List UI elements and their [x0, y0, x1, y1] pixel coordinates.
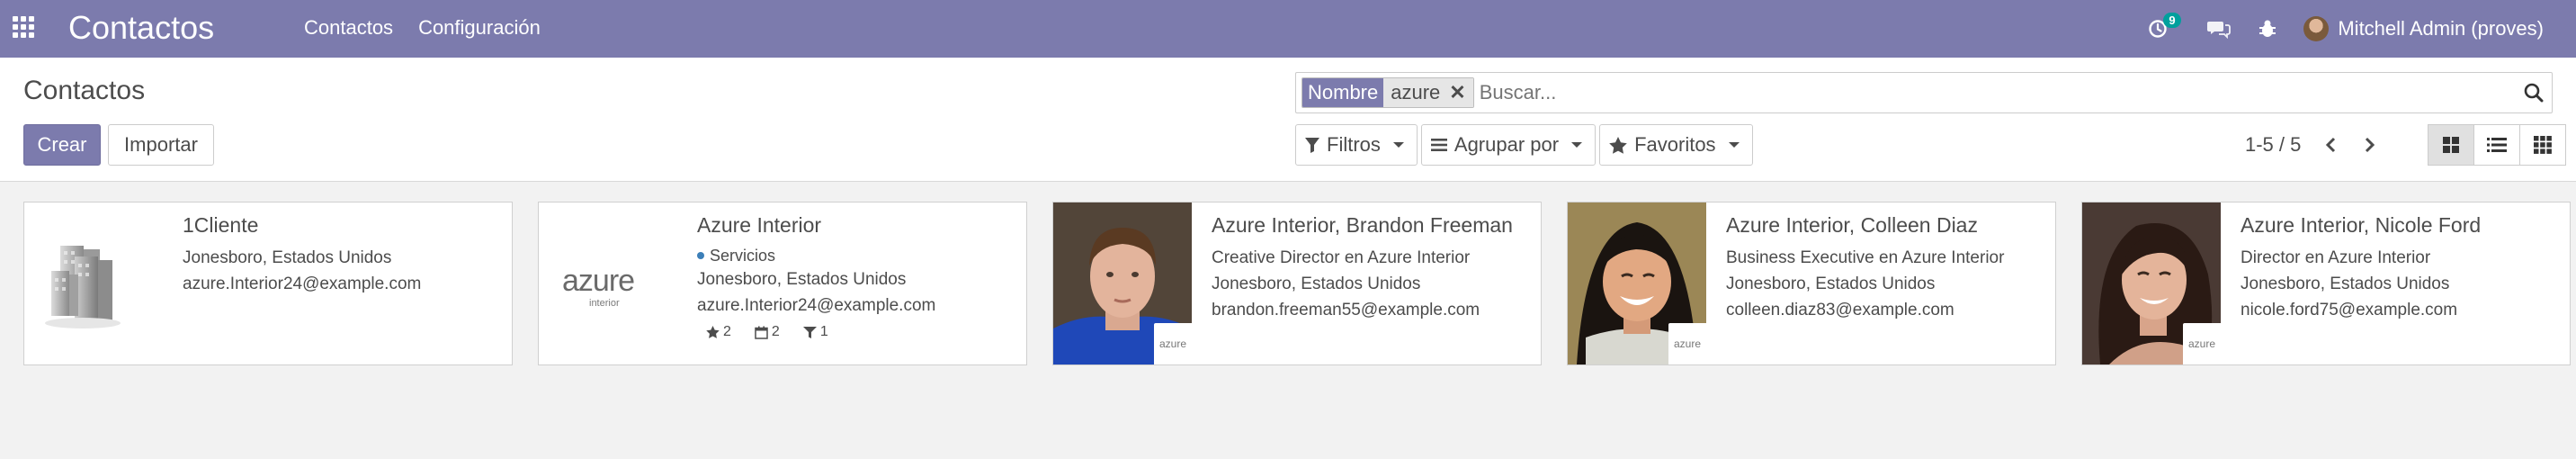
contact-email: brandon.freeman55@example.com	[1212, 301, 1480, 320]
card-body: 1Cliente Jonesboro, Estados Unidos azure…	[183, 213, 503, 297]
contact-name: Azure Interior, Brandon Freeman	[1212, 213, 1513, 237]
card-body: Azure Interior, Colleen Diaz Business Ex…	[1726, 213, 2046, 323]
search-input[interactable]	[1473, 76, 2516, 109]
messaging-icon[interactable]	[2206, 16, 2232, 41]
filter-icon	[1305, 138, 1319, 153]
list-view-icon[interactable]	[2473, 124, 2520, 166]
menu-item-contactos[interactable]: Contactos	[304, 16, 393, 40]
tag-color-dot	[697, 252, 704, 259]
contact-card[interactable]: azure interior Azure Interior Servicios …	[538, 202, 1027, 365]
category-tag: Servicios	[697, 245, 1017, 266]
stat-opportunities[interactable]: 1	[802, 324, 828, 340]
contact-email: colleen.diaz83@example.com	[1726, 301, 1954, 320]
control-panel: Contactos Crear Importar Nombre azure ✕ …	[0, 58, 2576, 182]
contact-address: Jonesboro, Estados Unidos	[183, 248, 392, 267]
azure-logo-subtext: interior	[589, 298, 620, 309]
search-icon[interactable]	[2516, 75, 2552, 111]
contact-function: Creative Director en Azure Interior	[1212, 248, 1471, 267]
stat-stars-count: 2	[723, 324, 731, 339]
apps-menu-icon[interactable]	[13, 16, 34, 38]
user-name: Mitchell Admin (proves)	[2338, 17, 2544, 40]
menu-item-configuracion[interactable]: Configuración	[418, 16, 541, 40]
card-stats: 2 2 1	[697, 324, 1017, 340]
facet-value: azure ✕	[1383, 78, 1473, 107]
stat-meetings[interactable]: 2	[755, 324, 780, 340]
card-body: Azure Interior, Nicole Ford Director en …	[2241, 213, 2561, 323]
caret-down-icon	[1571, 142, 1583, 148]
caret-down-icon	[1728, 142, 1740, 148]
buildings-icon	[24, 202, 163, 364]
list-bars-icon	[1430, 139, 1447, 151]
group-by-label: Agrupar por	[1453, 133, 1560, 156]
view-switcher	[2428, 124, 2566, 166]
contact-name: Azure Interior, Nicole Ford	[2241, 213, 2482, 237]
user-menu[interactable]: Mitchell Admin (proves)	[2303, 16, 2544, 41]
contact-email: azure.Interior24@example.com	[697, 296, 936, 315]
contact-card[interactable]: azure Azure Interior, Nicole Ford Direct…	[2081, 202, 2571, 365]
main-menu: Contactos Configuración	[304, 16, 541, 40]
pager: 1-5 / 5	[2245, 133, 2380, 157]
azure-logo: azure interior	[539, 202, 677, 364]
star-icon	[706, 326, 720, 338]
contact-email: azure.Interior24@example.com	[183, 274, 422, 293]
contact-card[interactable]: azure Azure Interior, Brandon Freeman Cr…	[1052, 202, 1542, 365]
contact-function: Business Executive en Azure Interior	[1726, 248, 2005, 267]
funnel-icon	[802, 326, 817, 338]
company-mini-logo: azure	[1668, 323, 1706, 364]
pager-previous-icon[interactable]	[2321, 134, 2340, 156]
contact-name: 1Cliente	[183, 213, 259, 237]
group-by-dropdown[interactable]: Agrupar por	[1420, 124, 1597, 166]
search-facet: Nombre azure ✕	[1301, 77, 1474, 108]
contact-card[interactable]: azure Azure Interior, Colleen Diaz Busin…	[1567, 202, 2056, 365]
search-options: Filtros Agrupar por Favoritos	[1295, 124, 1753, 166]
kanban-view-icon[interactable]	[2428, 124, 2474, 166]
card-body: Azure Interior Servicios Jonesboro, Esta…	[697, 213, 1017, 340]
facet-label: Nombre	[1302, 78, 1384, 107]
filters-label: Filtros	[1327, 133, 1381, 156]
contact-address: Jonesboro, Estados Unidos	[2241, 274, 2450, 293]
contact-address: Jonesboro, Estados Unidos	[1212, 274, 1421, 293]
person-photo: azure	[1568, 202, 1706, 364]
person-photo: azure	[1053, 202, 1192, 364]
contact-name: Azure Interior, Colleen Diaz	[1726, 213, 1978, 237]
grid-view-icon[interactable]	[2519, 124, 2566, 166]
create-button[interactable]: Crear	[23, 124, 101, 166]
stat-stars[interactable]: 2	[706, 324, 731, 340]
pager-next-icon[interactable]	[2360, 134, 2380, 156]
caret-down-icon	[1392, 142, 1404, 148]
stat-opportunities-count: 1	[819, 324, 828, 339]
app-brand[interactable]: Contactos	[68, 9, 214, 47]
facet-remove-icon[interactable]: ✕	[1449, 81, 1465, 104]
facet-value-text: azure	[1391, 81, 1441, 104]
azure-logo-text: azure	[562, 264, 635, 298]
contact-function: Director en Azure Interior	[2241, 248, 2431, 267]
company-mini-logo: azure	[2183, 323, 2221, 364]
favorites-dropdown[interactable]: Favoritos	[1599, 124, 1753, 166]
contact-address: Jonesboro, Estados Unidos	[697, 270, 907, 289]
top-navbar: Contactos Contactos Configuración 9 Mitc…	[0, 0, 2576, 58]
systray: 9 Mitchell Admin (proves)	[2145, 13, 2544, 45]
stat-meetings-count: 2	[771, 324, 780, 339]
user-avatar	[2303, 16, 2330, 41]
star-icon	[1609, 136, 1627, 154]
company-mini-logo: azure	[1154, 323, 1192, 364]
contact-email: nicole.ford75@example.com	[2241, 301, 2458, 320]
activity-badge: 9	[2163, 13, 2181, 28]
contact-card[interactable]: 1Cliente Jonesboro, Estados Unidos azure…	[23, 202, 513, 365]
calendar-icon	[755, 326, 768, 339]
contact-address: Jonesboro, Estados Unidos	[1726, 274, 1936, 293]
favorites-label: Favoritos	[1634, 133, 1716, 156]
tag-label: Servicios	[710, 247, 776, 265]
pager-value[interactable]: 1-5 / 5	[2245, 133, 2301, 157]
kanban-view: 1Cliente Jonesboro, Estados Unidos azure…	[23, 202, 2571, 365]
search-bar: Nombre azure ✕	[1295, 72, 2553, 113]
person-photo: azure	[2082, 202, 2221, 364]
import-button[interactable]: Importar	[108, 124, 214, 166]
debug-bug-icon[interactable]	[2255, 16, 2280, 41]
activity-icon[interactable]: 9	[2145, 13, 2181, 41]
page-title: Contactos	[23, 76, 146, 105]
filters-dropdown[interactable]: Filtros	[1295, 124, 1418, 166]
card-body: Azure Interior, Brandon Freeman Creative…	[1212, 213, 1532, 323]
contact-name: Azure Interior	[697, 213, 822, 237]
